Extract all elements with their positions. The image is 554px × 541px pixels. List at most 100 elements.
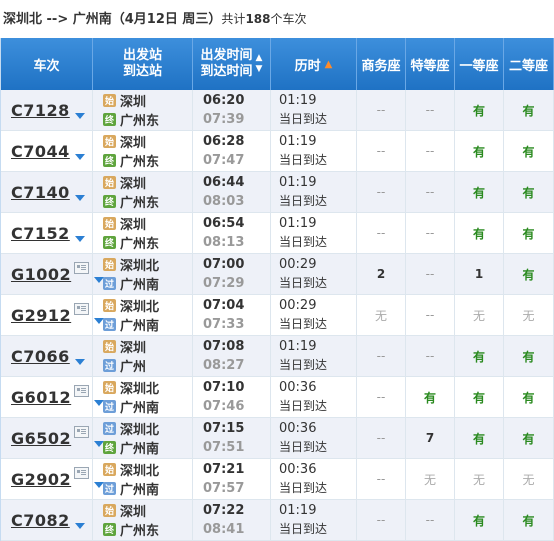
to-station: 广州南 <box>120 319 160 334</box>
time-cell: 07:08 08:27 <box>193 336 271 376</box>
train-number-link[interactable]: C7140 <box>11 183 70 202</box>
train-number-link[interactable]: G6012 <box>11 388 71 407</box>
business-seat: 2 <box>357 254 406 294</box>
header-duration-sort[interactable]: 历时 ▲ <box>271 38 357 90</box>
table-row: C7082 始深圳终广州东 07:22 08:41 01:19 当日到达 -- -- 有 有 <box>1 500 554 541</box>
first-class-seat: 有 <box>455 213 504 253</box>
header-business-label: 商务座 <box>361 58 401 74</box>
to-station: 广州南 <box>120 401 160 416</box>
time-cell: 06:44 08:03 <box>193 172 271 212</box>
end-station-icon: 终 <box>103 236 116 249</box>
first-class-seat: 1 <box>455 254 504 294</box>
arrival-time: 07:47 <box>203 153 245 168</box>
to-station: 广州东 <box>120 196 160 211</box>
pass-station-icon: 过 <box>103 422 116 435</box>
end-station-icon: 终 <box>103 154 116 167</box>
chevron-down-icon[interactable] <box>74 113 85 119</box>
sort-up-icon[interactable]: ▲ <box>256 53 263 64</box>
table-header: 车次 出发站 到达站 出发时间 到达时间 ▲ ▼ 历时 ▲ 商务座 特等座 一等座 二等… <box>1 38 554 90</box>
chevron-down-icon[interactable] <box>74 154 85 160</box>
special-seat-value: -- <box>425 513 435 527</box>
header-duration-label: 历时 <box>294 58 321 74</box>
train-number-link[interactable]: G1002 <box>11 265 71 284</box>
special-seat: -- <box>406 213 455 253</box>
train-number-link[interactable]: C7044 <box>11 142 70 161</box>
sort-down-icon[interactable]: ▼ <box>256 64 263 75</box>
duration-cell: 01:19 当日到达 <box>271 336 357 376</box>
header-first: 一等座 <box>455 38 504 90</box>
first-class-value: 无 <box>472 472 485 487</box>
arrival-time: 08:41 <box>203 522 245 537</box>
business-seat: -- <box>357 172 406 212</box>
chevron-down-icon[interactable] <box>74 359 85 365</box>
time-cell: 07:04 07:33 <box>193 295 271 335</box>
first-class-seat: 有 <box>455 418 504 458</box>
header-time-sort[interactable]: 出发时间 到达时间 ▲ ▼ <box>193 38 271 90</box>
table-row: G6502 过深圳北终广州南 07:15 07:51 00:36 当日到达 -- 7 有 有 <box>1 418 554 459</box>
first-class-value: 有 <box>472 103 485 118</box>
train-cell: G6502 <box>1 418 105 458</box>
special-seat: -- <box>406 295 455 335</box>
first-class-value: 有 <box>472 226 485 241</box>
chevron-down-icon[interactable] <box>74 523 85 529</box>
special-seat: -- <box>406 500 455 540</box>
business-seat-value: -- <box>376 185 386 199</box>
train-number-link[interactable]: G6502 <box>11 429 71 448</box>
from-station: 深圳 <box>120 136 147 151</box>
first-class-value: 有 <box>472 144 485 159</box>
train-cell: G6012 <box>1 377 105 417</box>
from-station: 深圳 <box>120 95 147 110</box>
header-station: 出发站 到达站 <box>93 38 193 90</box>
train-number-link[interactable]: C7082 <box>11 511 70 530</box>
train-number-link[interactable]: G2902 <box>11 470 71 489</box>
business-seat: -- <box>357 90 406 130</box>
train-number-link[interactable]: G2912 <box>11 306 71 325</box>
pass-station-icon: 过 <box>103 482 116 495</box>
train-cell: G1002 <box>1 254 105 294</box>
from-station: 深圳北 <box>120 259 160 274</box>
table-row: C7128 始深圳终广州东 06:20 07:39 01:19 当日到达 -- -- 有 有 <box>1 90 554 131</box>
duration: 01:19 <box>279 134 317 149</box>
special-seat-value: -- <box>425 308 435 322</box>
special-seat-value: 7 <box>425 431 435 445</box>
station-cell: 始深圳终广州东 <box>93 131 193 171</box>
duration-cell: 00:36 当日到达 <box>271 377 357 417</box>
chevron-down-icon[interactable] <box>74 195 85 201</box>
special-seat: 有 <box>406 377 455 417</box>
to-station: 广州南 <box>120 278 160 293</box>
chevron-down-icon[interactable] <box>74 236 85 242</box>
second-class-value: 有 <box>522 390 535 405</box>
from-station: 深圳 <box>120 177 147 192</box>
duration-cell: 01:19 当日到达 <box>271 172 357 212</box>
end-station-icon: 终 <box>103 113 116 126</box>
first-class-value: 有 <box>472 349 485 364</box>
train-number-link[interactable]: C7066 <box>11 347 70 366</box>
to-station: 广州南 <box>120 483 160 498</box>
id-card-icon <box>74 303 90 315</box>
arrival-day: 当日到达 <box>279 276 328 290</box>
table-row: C7140 始深圳终广州东 06:44 08:03 01:19 当日到达 -- -- 有 有 <box>1 172 554 213</box>
train-number-link[interactable]: C7152 <box>11 224 70 243</box>
arrival-time: 08:27 <box>203 358 245 373</box>
table-row: C7066 始深圳过广州 07:08 08:27 01:19 当日到达 -- -- 有 有 <box>1 336 554 377</box>
business-seat-value: -- <box>376 349 386 363</box>
to-station: 广州 <box>120 360 147 375</box>
special-seat-value: 有 <box>423 390 436 405</box>
special-seat-value: -- <box>425 267 435 281</box>
total-count: 188 <box>245 12 271 26</box>
pass-station-icon: 过 <box>103 359 116 372</box>
station-cell: 始深圳过广州 <box>93 336 193 376</box>
duration: 01:19 <box>279 175 317 190</box>
arrival-time: 07:39 <box>203 112 245 127</box>
special-seat-value: -- <box>425 103 435 117</box>
second-class-seat: 有 <box>504 131 554 171</box>
station-cell: 始深圳终广州东 <box>93 90 193 130</box>
second-class-seat: 有 <box>504 172 554 212</box>
special-seat: 7 <box>406 418 455 458</box>
business-seat: -- <box>357 213 406 253</box>
header-special: 特等座 <box>406 38 455 90</box>
from-station: 深圳 <box>120 218 147 233</box>
sort-asc-icon[interactable]: ▲ <box>325 59 333 70</box>
train-number-link[interactable]: C7128 <box>11 101 70 120</box>
first-class-seat: 有 <box>455 131 504 171</box>
